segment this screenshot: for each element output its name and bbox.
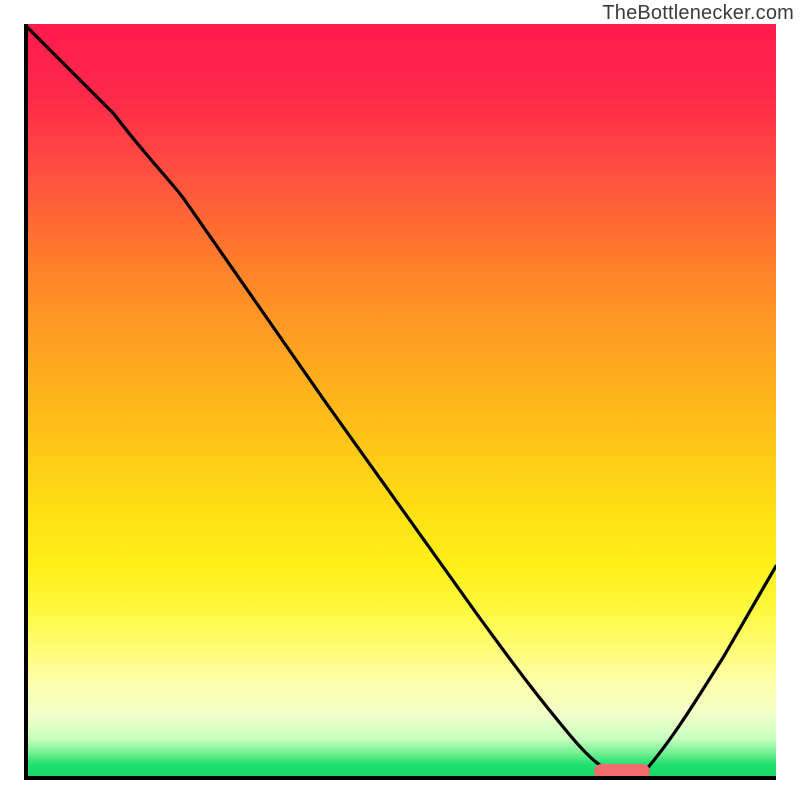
y-axis [24,24,28,776]
x-axis [24,776,776,780]
plot-gradient-background [24,24,776,776]
chart-container: TheBottlenecker.com [0,0,800,800]
watermark-text: TheBottlenecker.com [602,2,794,25]
